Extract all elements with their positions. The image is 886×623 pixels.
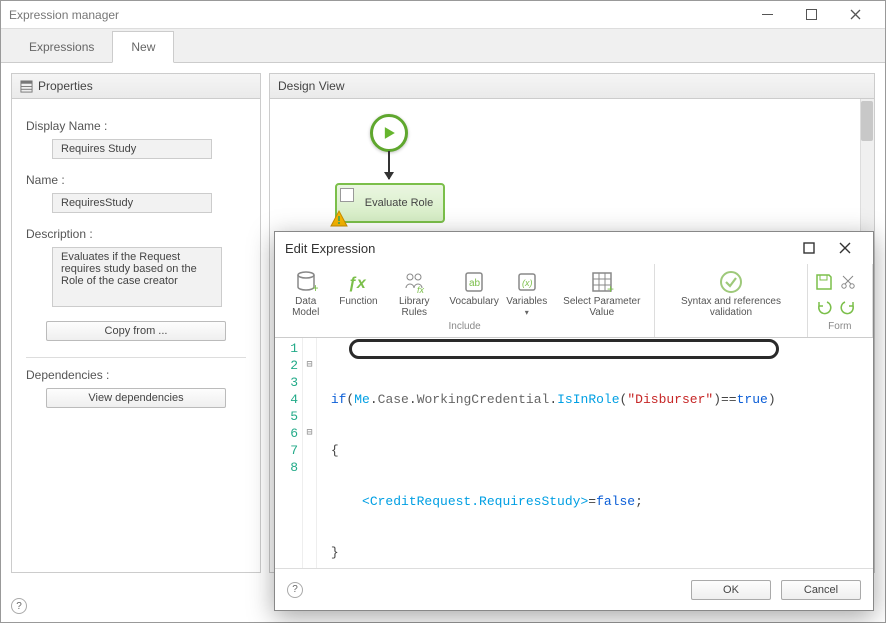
flow-connector <box>388 151 390 179</box>
check-circle-icon <box>719 270 743 294</box>
svg-text:fx: fx <box>417 285 425 294</box>
properties-title: Properties <box>38 79 93 93</box>
fold-column[interactable]: ⊟⊟ <box>303 338 317 568</box>
dialog-toolbar: + Data Model ƒx Function fx Library Rule… <box>275 264 873 338</box>
divider <box>26 357 246 358</box>
svg-text:+: + <box>607 282 614 294</box>
dialog-controls <box>791 234 863 262</box>
undo-button[interactable] <box>812 294 836 318</box>
warning-icon <box>329 209 349 229</box>
data-model-button[interactable]: + Data Model <box>277 268 334 320</box>
save-button[interactable] <box>812 270 836 294</box>
vocabulary-button[interactable]: ab Vocabulary <box>446 268 502 320</box>
description-label: Description : <box>26 227 246 241</box>
dialog-maximize-button[interactable] <box>791 234 827 262</box>
display-name-label: Display Name : <box>26 119 246 133</box>
grid-icon: + <box>590 270 614 294</box>
include-group-label: Include <box>277 320 652 333</box>
line-gutter: 12345678 <box>275 338 303 568</box>
play-icon <box>379 123 399 143</box>
node-type-icon <box>340 188 354 202</box>
function-button[interactable]: ƒx Function <box>334 268 382 320</box>
dialog-help-icon[interactable]: ? <box>287 582 303 598</box>
cancel-button[interactable]: Cancel <box>781 580 861 600</box>
name-field[interactable]: RequiresStudy <box>52 193 212 213</box>
design-view-title: Design View <box>278 79 344 93</box>
edit-expression-dialog: Edit Expression + Data Model ƒx Function <box>274 231 874 611</box>
main-tabstrip: Expressions New <box>1 29 885 63</box>
scissors-icon <box>839 273 857 291</box>
copy-from-button[interactable]: Copy from ... <box>46 321 226 341</box>
scrollbar-thumb[interactable] <box>861 101 873 141</box>
dialog-titlebar[interactable]: Edit Expression <box>275 232 873 264</box>
close-button[interactable] <box>833 1 877 29</box>
flow-evaluate-role-node[interactable]: Evaluate Role <box>335 183 445 223</box>
dependencies-label: Dependencies : <box>26 368 246 382</box>
window-controls <box>745 1 877 29</box>
display-name-field[interactable]: Requires Study <box>52 139 212 159</box>
highlight-callout <box>349 339 779 359</box>
flow-node-label: Evaluate Role <box>365 197 434 209</box>
properties-icon <box>20 80 33 93</box>
validation-group: Syntax and references validation <box>655 264 807 337</box>
svg-text:ƒx: ƒx <box>348 275 367 292</box>
undo-icon <box>815 297 833 315</box>
cut-button[interactable] <box>836 270 860 294</box>
view-dependencies-button[interactable]: View dependencies <box>46 388 226 408</box>
properties-header: Properties <box>12 74 260 99</box>
window-title: Expression manager <box>9 8 745 22</box>
dialog-close-button[interactable] <box>827 234 863 262</box>
code-editor[interactable]: 12345678 ⊟⊟ if(Me.Case.WorkingCredential… <box>275 338 873 568</box>
code-content[interactable]: if(Me.Case.WorkingCredential.IsInRole("D… <box>317 338 873 568</box>
svg-text:ab: ab <box>469 278 481 289</box>
include-group: + Data Model ƒx Function fx Library Rule… <box>275 264 655 337</box>
validation-button[interactable]: Syntax and references validation <box>657 268 804 320</box>
library-icon: fx <box>402 270 426 294</box>
minimize-button[interactable] <box>745 1 789 29</box>
svg-text:(x): (x) <box>522 278 533 288</box>
variables-button[interactable]: (x) Variables ▾ <box>502 268 551 320</box>
dialog-footer: ? OK Cancel <box>275 568 873 610</box>
save-icon <box>815 273 833 291</box>
redo-icon <box>839 297 857 315</box>
database-icon: + <box>294 270 318 294</box>
select-parameter-button[interactable]: + Select Parameter Value <box>551 268 652 320</box>
name-label: Name : <box>26 173 246 187</box>
window-titlebar: Expression manager <box>1 1 885 29</box>
function-icon: ƒx <box>346 270 370 294</box>
design-view-header: Design View <box>270 74 874 99</box>
properties-body: Display Name : Requires Study Name : Req… <box>12 99 260 436</box>
flow-start-node[interactable] <box>370 114 408 152</box>
svg-text:+: + <box>312 281 318 294</box>
ok-button[interactable]: OK <box>691 580 771 600</box>
dialog-title: Edit Expression <box>285 241 791 256</box>
tab-expressions[interactable]: Expressions <box>11 32 112 62</box>
variables-icon: (x) <box>515 270 539 294</box>
description-field[interactable]: Evaluates if the Request requires study … <box>52 247 222 307</box>
redo-button[interactable] <box>836 294 860 318</box>
help-icon[interactable]: ? <box>11 598 27 614</box>
form-group: Form <box>808 264 873 337</box>
properties-panel: Properties Display Name : Requires Study… <box>11 73 261 573</box>
library-rules-button[interactable]: fx Library Rules <box>382 268 446 320</box>
maximize-button[interactable] <box>789 1 833 29</box>
vocabulary-icon: ab <box>462 270 486 294</box>
tab-new[interactable]: New <box>112 31 174 63</box>
form-group-label: Form <box>810 320 870 333</box>
